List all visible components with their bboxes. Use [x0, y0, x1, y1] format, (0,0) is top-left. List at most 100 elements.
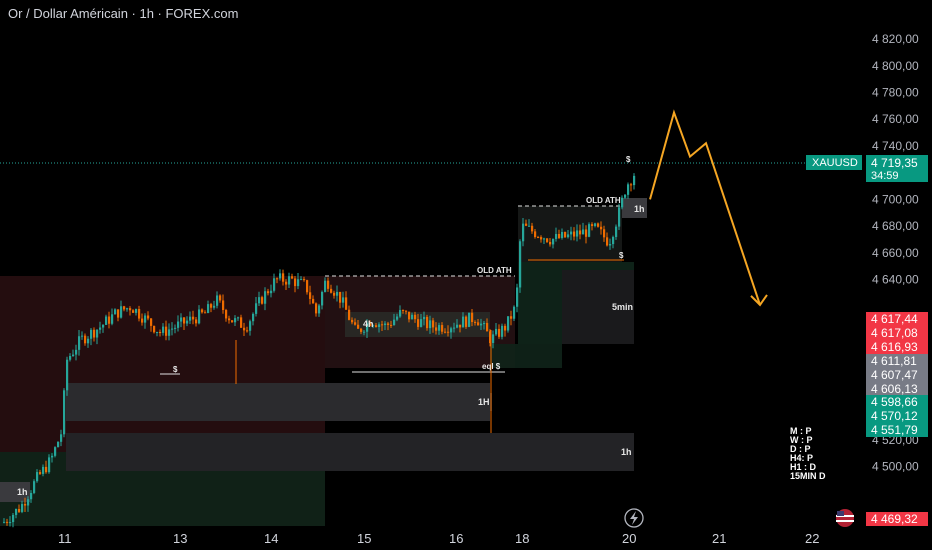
- candle-body: [516, 287, 519, 307]
- candle-body: [495, 328, 498, 335]
- time-tick-21: 21: [712, 531, 726, 546]
- candle-body: [78, 336, 81, 350]
- candle-body: [396, 316, 399, 320]
- candle-body: [357, 324, 360, 329]
- candle-body: [510, 316, 513, 319]
- candle-body: [54, 447, 57, 456]
- candle-body: [621, 197, 624, 208]
- candle-body: [603, 229, 606, 238]
- candle-body: [240, 317, 243, 328]
- candle-body: [420, 319, 423, 327]
- candle-body: [219, 295, 222, 301]
- candle-body: [519, 241, 522, 288]
- candle-body: [246, 330, 249, 332]
- candle-body: [108, 316, 111, 324]
- time-tick-16: 16: [449, 531, 463, 546]
- candle-body: [477, 322, 480, 326]
- candle-body: [288, 276, 291, 285]
- time-axis[interactable]: 11 13 14 15 16 18 20 21 22: [58, 531, 819, 546]
- candle-body: [540, 237, 543, 240]
- candle-body: [213, 305, 216, 308]
- candle-body: [285, 281, 288, 285]
- old-ath-label-1: OLD ATH: [477, 266, 512, 275]
- candle-body: [303, 279, 306, 281]
- price-badge-8: 4 551,79: [871, 423, 918, 437]
- candle-body: [252, 313, 255, 322]
- candle-body: [387, 323, 390, 325]
- candle-body: [474, 321, 477, 323]
- candle-body: [381, 324, 384, 326]
- price-tick-0: 4 820,00: [872, 32, 919, 46]
- candle-body: [99, 327, 102, 330]
- candle-body: [18, 508, 21, 512]
- candle-body: [453, 327, 456, 329]
- price-tick-1: 4 800,00: [872, 59, 919, 73]
- candle-body: [360, 328, 363, 332]
- candle-body: [582, 229, 585, 235]
- candle-body: [456, 324, 459, 328]
- candle-body: [483, 323, 486, 325]
- candle-body: [309, 292, 312, 299]
- candle-body: [129, 308, 132, 311]
- candle-body: [276, 278, 279, 280]
- price-badge-9: 4 469,32: [871, 512, 918, 526]
- price-badges: 4 617,444 617,084 616,934 611,814 607,47…: [866, 312, 928, 526]
- candle-body: [525, 223, 528, 226]
- candle-body: [501, 325, 504, 337]
- candle-body: [249, 321, 252, 331]
- symbol-tag: XAUUSD: [812, 157, 858, 169]
- candle-body: [630, 184, 633, 186]
- candle-body: [105, 316, 108, 325]
- dollar-label-top: $: [626, 155, 631, 164]
- zone-4h-label: 4h: [363, 319, 374, 329]
- candle-body: [192, 316, 195, 320]
- time-tick-14: 14: [264, 531, 278, 546]
- candle-body: [153, 325, 156, 333]
- candle-body: [87, 338, 90, 344]
- candle-body: [321, 291, 324, 306]
- candle-body: [234, 318, 237, 323]
- candle-body: [279, 273, 282, 279]
- candle-body: [72, 354, 75, 357]
- candle-body: [423, 316, 426, 320]
- bias-15min: 15MIN D: [790, 471, 826, 481]
- candle-body: [609, 244, 612, 246]
- time-tick-13: 13: [173, 531, 187, 546]
- price-tick-6: 4 680,00: [872, 219, 919, 233]
- candle-body: [177, 321, 180, 328]
- price-badge-1: 4 617,08: [871, 326, 918, 340]
- candle-body: [534, 231, 537, 237]
- price-tick-8: 4 640,00: [872, 273, 919, 287]
- candle-body: [492, 334, 495, 344]
- candle-body: [486, 323, 489, 332]
- candle-body: [354, 322, 357, 325]
- candle-body: [273, 278, 276, 291]
- candle-body: [522, 223, 525, 242]
- candle-body: [375, 325, 378, 327]
- candle-body: [336, 291, 339, 296]
- price-badge-5: 4 606,13: [871, 382, 918, 396]
- candle-body: [210, 304, 213, 308]
- price-tick-3: 4 760,00: [872, 112, 919, 126]
- lightning-icon[interactable]: [624, 508, 644, 528]
- time-tick-15: 15: [357, 531, 371, 546]
- candle-body: [414, 314, 417, 320]
- candle-body: [513, 306, 516, 319]
- candle-body: [462, 316, 465, 328]
- candle-body: [348, 309, 351, 320]
- price-tick-7: 4 660,00: [872, 246, 919, 260]
- candle-body: [141, 318, 144, 323]
- candle-body: [507, 316, 510, 331]
- candle-body: [552, 238, 555, 245]
- candle-body: [543, 238, 546, 240]
- candle-body: [480, 323, 483, 326]
- flag-icon[interactable]: [836, 509, 854, 527]
- price-badge-6: 4 598,66: [871, 395, 918, 409]
- candle-body: [399, 310, 402, 317]
- candle-body: [147, 315, 150, 319]
- candle-body: [555, 233, 558, 239]
- zone-1h-label-a: 1h: [634, 204, 645, 214]
- candle-body: [327, 280, 330, 289]
- candle-body: [33, 481, 36, 493]
- candle-body: [63, 390, 66, 435]
